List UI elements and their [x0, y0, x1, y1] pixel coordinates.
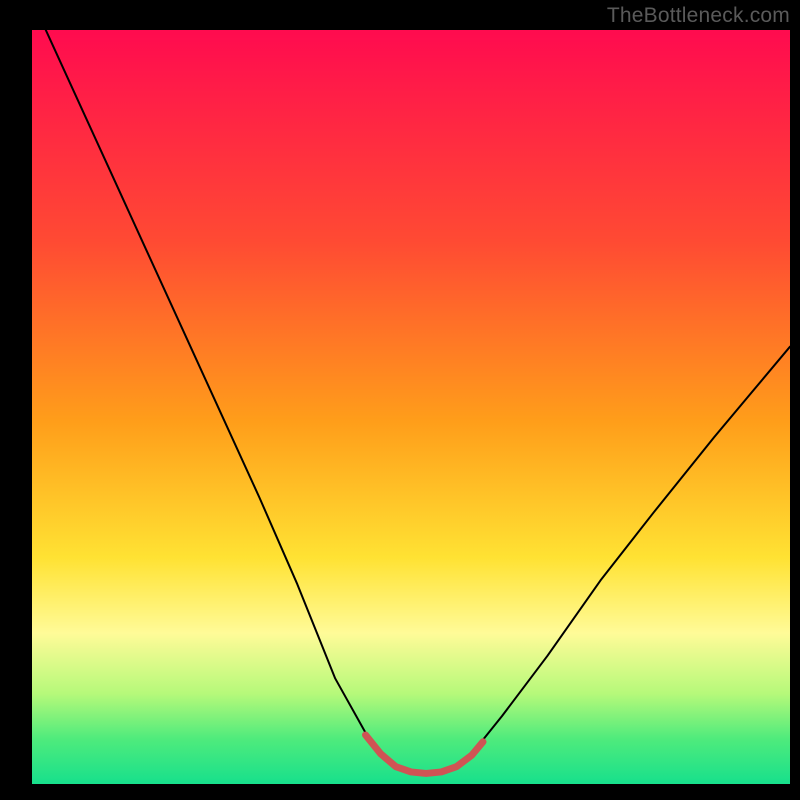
plot-background [32, 30, 790, 784]
site-watermark: TheBottleneck.com [607, 4, 790, 28]
chart-frame: TheBottleneck.com [0, 0, 800, 800]
bottleneck-chart [0, 0, 800, 800]
